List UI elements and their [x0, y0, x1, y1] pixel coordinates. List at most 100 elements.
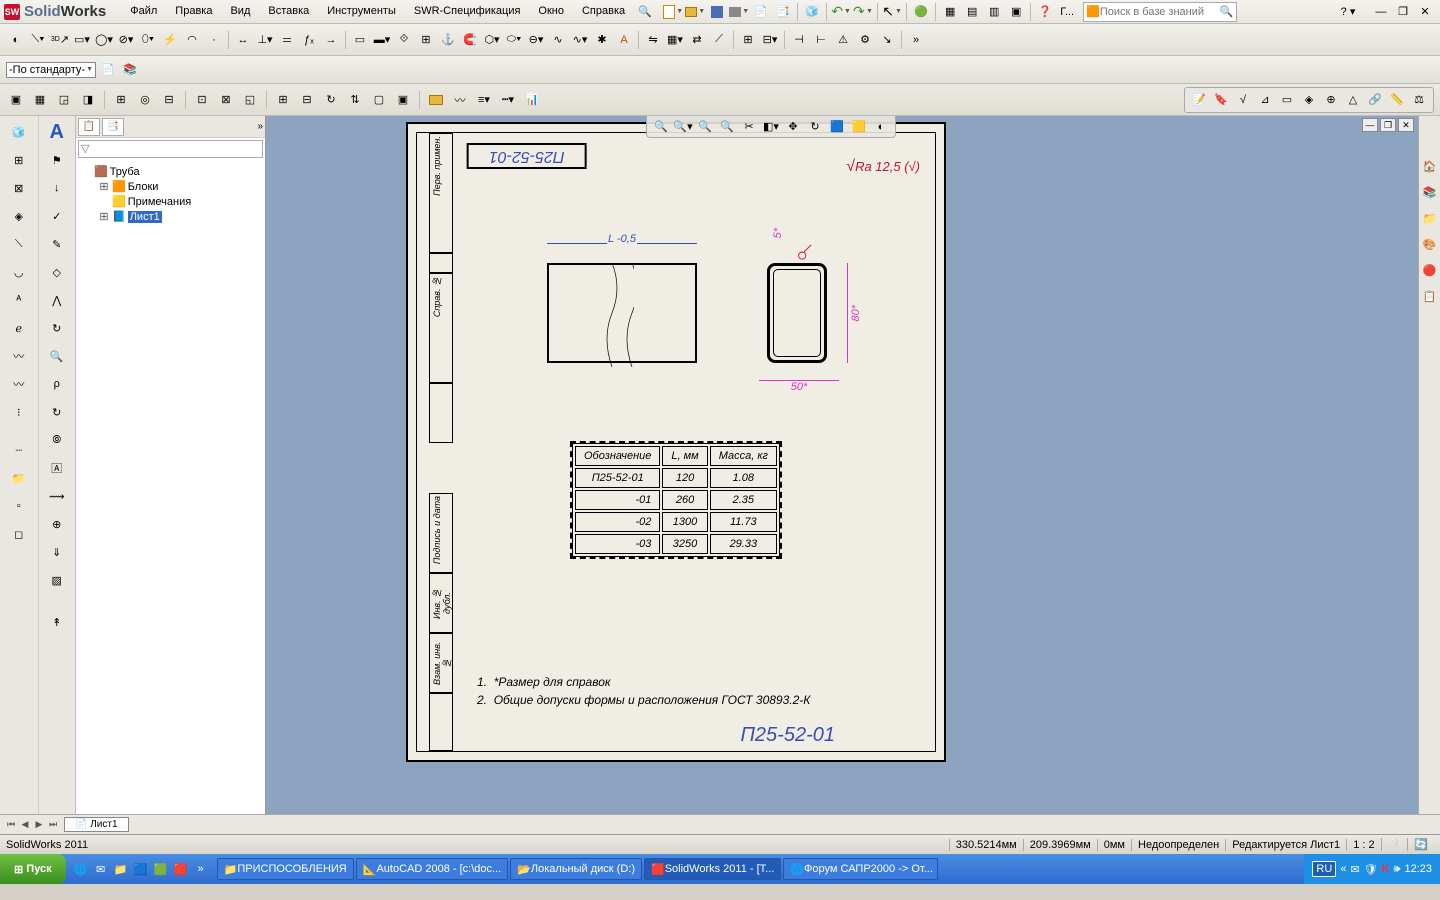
print-button[interactable]: ▼ [729, 2, 749, 22]
tp-appearances-icon[interactable]: 🔴 [1420, 260, 1440, 280]
ql-app3-icon[interactable]: 🟥 [172, 858, 190, 880]
feature-tree[interactable]: 🟫Труба ⊞🟧Блоки 🟨Примечания ⊞📘Лист1 [76, 160, 265, 814]
menu-file[interactable]: Файл [122, 2, 165, 22]
lt2-darrow-icon[interactable]: ⇓ [43, 540, 71, 564]
ql-mail-icon[interactable]: ✉ [92, 858, 110, 880]
lt1-model-icon[interactable]: 🧊 [5, 120, 33, 144]
dim-base-icon[interactable]: ⊣ [789, 30, 809, 50]
status-help-icon[interactable]: ❔ [1381, 838, 1408, 851]
lt1-e-icon[interactable]: ℯ [5, 316, 33, 340]
zoom-prev-icon[interactable]: 🔍 [695, 117, 715, 137]
circle-icon[interactable]: ◯▾ [94, 30, 114, 50]
round-slot-icon[interactable]: ⊖▾ [526, 30, 546, 50]
spline-icon[interactable]: ∿ [548, 30, 568, 50]
tree-tab-property[interactable]: 📑 [102, 118, 124, 136]
task-item-active[interactable]: 🟥 SolidWorks 2011 - [Т... [644, 858, 781, 880]
table-row[interactable]: П25-52-011201.08 [575, 468, 777, 488]
select-button[interactable]: ↖▼ [882, 2, 902, 22]
menu-insert[interactable]: Вставка [260, 2, 317, 22]
lt2-diamond-icon[interactable]: ◇ [43, 260, 71, 284]
tp-explorer-icon[interactable]: 📁 [1420, 208, 1440, 228]
grid-settings-icon[interactable]: ⊟▾ [760, 30, 780, 50]
lt1-break-icon[interactable]: ⊠ [5, 176, 33, 200]
lt2-down-icon[interactable]: ↓ [43, 176, 71, 200]
gear-icon[interactable]: ⚙ [855, 30, 875, 50]
tp-library-icon[interactable]: 📚 [1420, 182, 1440, 202]
doc-minimize[interactable]: — [1362, 118, 1378, 132]
dim-vertical-icon[interactable]: ⊥▾ [255, 30, 275, 50]
caliper-icon[interactable]: 📏 [1387, 90, 1407, 110]
note-icon[interactable]: 📝 [1189, 90, 1209, 110]
spec-table[interactable]: Обозначение L, мм Масса, кг П25-52-01120… [572, 443, 780, 557]
lt2-zigzag-icon[interactable]: ⋀ [43, 288, 71, 312]
lt2-boxA-icon[interactable]: 🄰 [43, 456, 71, 480]
predefined-icon[interactable]: ▣ [393, 90, 413, 110]
status-zoom[interactable]: 1 : 2 [1346, 839, 1380, 851]
lt1-wave1-icon[interactable]: 〰 [5, 344, 33, 368]
lt2-rho-icon[interactable]: ρ [43, 372, 71, 396]
task-item[interactable]: 📐 AutoCAD 2008 - [c:\doc... [356, 858, 508, 880]
alt-position-icon[interactable]: ◱ [240, 90, 260, 110]
3d-button[interactable]: 🧊 [802, 2, 822, 22]
ql-app2-icon[interactable]: 🟩 [152, 858, 170, 880]
menu-view[interactable]: Вид [222, 2, 258, 22]
redo-button[interactable]: ↶▼ [853, 2, 873, 22]
magnet-icon[interactable]: 🧲 [460, 30, 480, 50]
hud-section-icon[interactable]: ✂ [739, 117, 759, 137]
axis-icon[interactable]: ✱ [592, 30, 612, 50]
standard-dropdown[interactable]: -По стандарту-▼ [6, 62, 96, 78]
search-help-icon[interactable]: 🔍 [635, 2, 655, 22]
tree-sheet1[interactable]: ⊞📘Лист1 [98, 209, 261, 224]
lt1-b2-icon[interactable]: ◻ [5, 522, 33, 546]
save-button[interactable] [707, 2, 727, 22]
tray-vol-icon[interactable]: 🕪 [1394, 863, 1401, 876]
lt2-hatch-icon[interactable]: ▨ [43, 568, 71, 592]
lt1-dots-icon[interactable]: ⁝ [5, 400, 33, 424]
ql-app1-icon[interactable]: 🟦 [132, 858, 150, 880]
page-setup-button[interactable]: 📑 [773, 2, 793, 22]
lt1-A-icon[interactable]: ᴬ [5, 288, 33, 312]
sheet-nav-first[interactable]: ⏮ [4, 819, 18, 830]
anchor-icon[interactable]: ⚓ [438, 30, 458, 50]
probe-icon[interactable]: ↘ [877, 30, 897, 50]
lt1-arc-icon[interactable]: ◡ [5, 260, 33, 284]
start-button[interactable]: ⊞ Пуск [0, 854, 66, 884]
drawing-canvas[interactable]: — ❐ ✕ 🔍 🔍▾ 🔍 🔍 ✂ ◧▾ ✥ ↻ 🟦 🟨 ◐ Перв. прим… [266, 116, 1418, 814]
tree-annotations[interactable]: 🟨Примечания [98, 194, 261, 209]
section-view-icon[interactable]: ◨ [78, 90, 98, 110]
search-go-icon[interactable]: 🔍 [1220, 5, 1234, 18]
clock[interactable]: 12:23 [1404, 863, 1432, 875]
lt1-b1-icon[interactable]: ▫ [5, 494, 33, 518]
hud-c1-icon[interactable]: 🟦 [827, 117, 847, 137]
construction-icon[interactable]: ⊘▾ [116, 30, 136, 50]
zoom-fit-icon[interactable]: 🔍 [651, 117, 671, 137]
table-row[interactable]: -012602.35 [575, 490, 777, 510]
surface-finish-icon[interactable]: √ [1233, 90, 1253, 110]
line-thick-icon[interactable]: ≡▾ [474, 90, 494, 110]
datum-icon[interactable]: ◈ [1299, 90, 1319, 110]
task-item[interactable]: 🌐 Форум САПР2000 -> От... [783, 858, 938, 880]
menu-tools[interactable]: Инструменты [319, 2, 404, 22]
tp-properties-icon[interactable]: 📋 [1420, 286, 1440, 306]
help-dropdown[interactable]: ? ▾ [1338, 2, 1358, 22]
sheet-nav-next[interactable]: ▶ [32, 819, 46, 830]
chain-icon[interactable]: 🔗 [1365, 90, 1385, 110]
hex-icon[interactable]: ⬡▾ [482, 30, 502, 50]
ql-expand-icon[interactable]: » [192, 858, 210, 880]
hole-callout-icon[interactable]: ⊕ [1321, 90, 1341, 110]
hbreak-icon[interactable]: ⊟ [297, 90, 317, 110]
revision-icon[interactable]: △ [1343, 90, 1363, 110]
line-icon[interactable]: ⟍▾ [28, 30, 48, 50]
spline2-icon[interactable]: ∿▾ [570, 30, 590, 50]
sphere-icon[interactable]: ◐ [6, 30, 26, 50]
menu-edit[interactable]: Правка [167, 2, 220, 22]
dim-horizontal-icon[interactable]: ↔ [233, 30, 253, 50]
rect-icon[interactable]: ▭▾ [72, 30, 92, 50]
tray-msg-icon[interactable]: ✉ [1350, 863, 1359, 876]
sheet-icon[interactable]: 📄 [98, 60, 118, 80]
zoom-area-icon[interactable]: 🔍▾ [673, 117, 693, 137]
menu-window[interactable]: Окно [530, 2, 572, 22]
layout4-button[interactable]: ▣ [1006, 2, 1026, 22]
ql-explorer-icon[interactable]: 📁 [112, 858, 130, 880]
lt1-wave2-icon[interactable]: 〰 [5, 372, 33, 396]
